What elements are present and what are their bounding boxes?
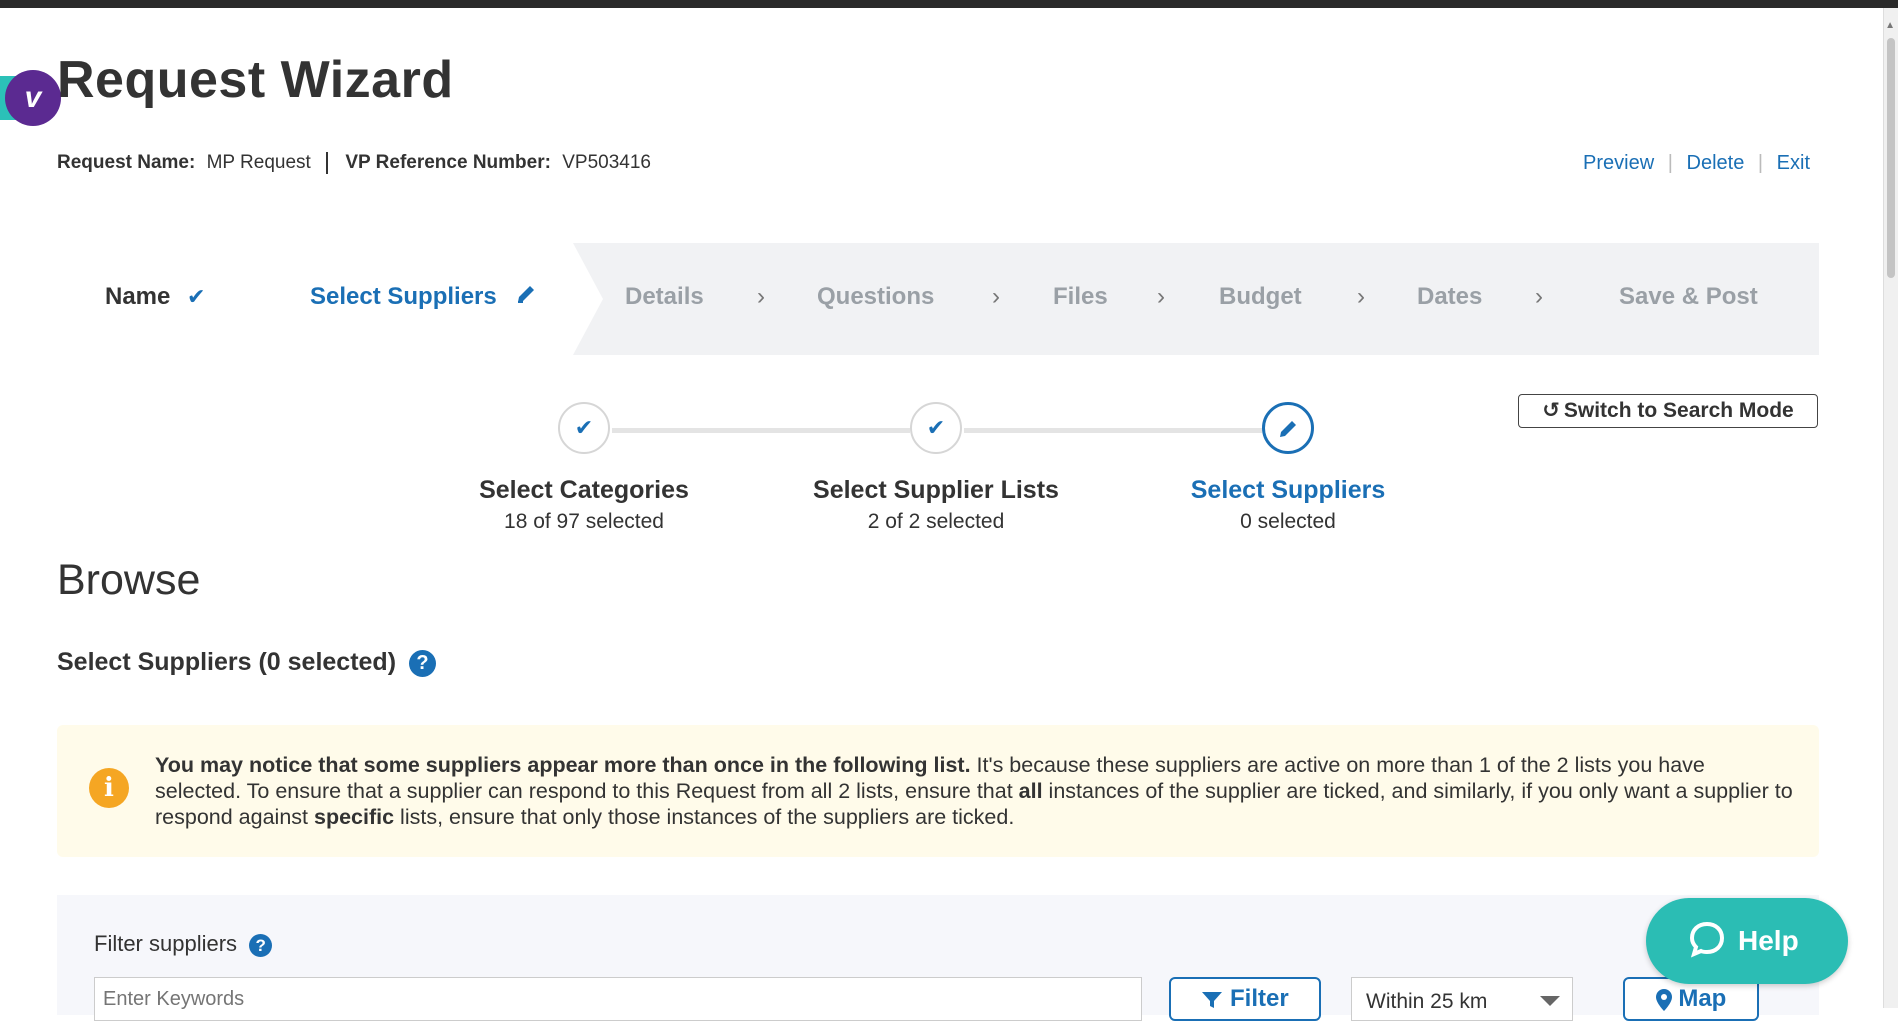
step-name-label: Name bbox=[105, 283, 171, 310]
substep-connector bbox=[964, 428, 1262, 433]
distance-value: Within 25 km bbox=[1366, 990, 1488, 1013]
delete-link[interactable]: Delete bbox=[1687, 152, 1745, 174]
step-select-suppliers[interactable]: Select Suppliers bbox=[310, 283, 537, 312]
question-help-icon[interactable]: ? bbox=[249, 933, 273, 957]
request-meta: Request Name: MP Request VP Reference Nu… bbox=[57, 152, 651, 174]
undo-icon: ↺ bbox=[1542, 399, 1560, 422]
step-details[interactable]: Details bbox=[625, 283, 704, 311]
substep-lists-check-icon[interactable]: ✔ bbox=[910, 402, 962, 454]
duplicate-suppliers-notice: i You may notice that some suppliers app… bbox=[57, 725, 1819, 857]
browser-top-bar bbox=[0, 0, 1898, 8]
filter-button[interactable]: Filter bbox=[1169, 977, 1321, 1021]
scroll-up-arrow-icon[interactable]: ▲ bbox=[1885, 20, 1895, 31]
substep-lists-count: 2 of 2 selected bbox=[867, 510, 1005, 533]
step-save-post[interactable]: Save & Post bbox=[1619, 283, 1758, 311]
chevron-right-icon: › bbox=[992, 283, 1000, 310]
check-icon: ✔ bbox=[187, 284, 206, 309]
help-chat-button[interactable]: Help bbox=[1646, 898, 1848, 984]
page-title: Request Wizard bbox=[57, 51, 454, 109]
substep-categories-count: 18 of 97 selected bbox=[504, 510, 664, 533]
chevron-down-icon bbox=[1540, 996, 1560, 1006]
wizard-stepper: Name ✔ Select Suppliers Details › Questi… bbox=[57, 243, 1819, 355]
browse-title: Browse bbox=[57, 556, 201, 604]
filter-panel: Filter suppliers ? Filter Within 25 km M… bbox=[57, 895, 1819, 1021]
substep-lists-title[interactable]: Select Supplier Lists bbox=[776, 476, 1096, 505]
vp-ref-label: VP Reference Number: bbox=[345, 152, 551, 174]
chat-bubble-icon bbox=[1689, 921, 1725, 958]
question-help-icon[interactable]: ? bbox=[408, 649, 436, 677]
header-actions: Preview | Delete | Exit bbox=[1583, 152, 1810, 175]
stepper-arrow-notch bbox=[573, 243, 603, 355]
switch-mode-label: Switch to Search Mode bbox=[1563, 399, 1794, 422]
step-budget[interactable]: Budget bbox=[1219, 283, 1302, 311]
filter-label-text: Filter suppliers bbox=[94, 931, 238, 956]
section-title-text: Select Suppliers (0 selected) bbox=[57, 648, 397, 676]
scrollbar-thumb[interactable] bbox=[1887, 38, 1895, 278]
substep-connector bbox=[612, 428, 910, 433]
substep-suppliers-pencil-icon[interactable] bbox=[1262, 402, 1314, 454]
substep-suppliers-count: 0 selected bbox=[1240, 510, 1336, 533]
step-select-suppliers-label: Select Suppliers bbox=[310, 283, 497, 310]
step-questions[interactable]: Questions bbox=[817, 283, 934, 311]
link-divider: | bbox=[1667, 152, 1673, 174]
notice-text: You may notice that some suppliers appea… bbox=[155, 752, 1795, 830]
chevron-right-icon: › bbox=[1535, 283, 1543, 310]
vp-ref-value: VP503416 bbox=[562, 152, 651, 174]
substep-categories-check-icon[interactable]: ✔ bbox=[558, 402, 610, 454]
logo-circle-icon: v bbox=[5, 70, 61, 126]
info-icon: i bbox=[89, 768, 129, 808]
switch-to-search-mode-button[interactable]: ↺ Switch to Search Mode bbox=[1518, 394, 1818, 428]
help-label: Help bbox=[1738, 925, 1799, 956]
substep-categories-title[interactable]: Select Categories bbox=[424, 476, 744, 505]
pencil-icon bbox=[515, 283, 537, 312]
chevron-right-icon: › bbox=[1157, 283, 1165, 310]
brand-logo: v bbox=[0, 70, 61, 130]
exit-link[interactable]: Exit bbox=[1777, 152, 1810, 174]
chevron-right-icon: › bbox=[1357, 283, 1365, 310]
chevron-right-icon: › bbox=[757, 283, 765, 310]
notice-bold-lead: You may notice that some suppliers appea… bbox=[155, 753, 971, 777]
distance-select[interactable]: Within 25 km bbox=[1351, 977, 1573, 1021]
link-divider: | bbox=[1757, 152, 1764, 174]
vertical-scrollbar[interactable]: ▲ bbox=[1883, 8, 1898, 1008]
step-name[interactable]: Name ✔ bbox=[105, 283, 205, 311]
meta-divider bbox=[326, 152, 329, 174]
filter-suppliers-label: Filter suppliers ? bbox=[94, 931, 273, 957]
substep-suppliers-title[interactable]: Select Suppliers bbox=[1128, 476, 1448, 505]
notice-bold-all: all bbox=[1018, 779, 1043, 803]
preview-link[interactable]: Preview bbox=[1583, 152, 1654, 174]
step-dates[interactable]: Dates bbox=[1417, 283, 1482, 311]
notice-text-3: lists, ensure that only those instances … bbox=[394, 805, 1015, 829]
select-suppliers-section-title: Select Suppliers (0 selected) ? bbox=[57, 648, 436, 677]
step-files[interactable]: Files bbox=[1053, 283, 1108, 311]
notice-bold-specific: specific bbox=[313, 805, 395, 829]
keywords-input[interactable] bbox=[94, 977, 1142, 1021]
request-name-label: Request Name: bbox=[57, 152, 196, 174]
request-name-value: MP Request bbox=[206, 152, 311, 174]
